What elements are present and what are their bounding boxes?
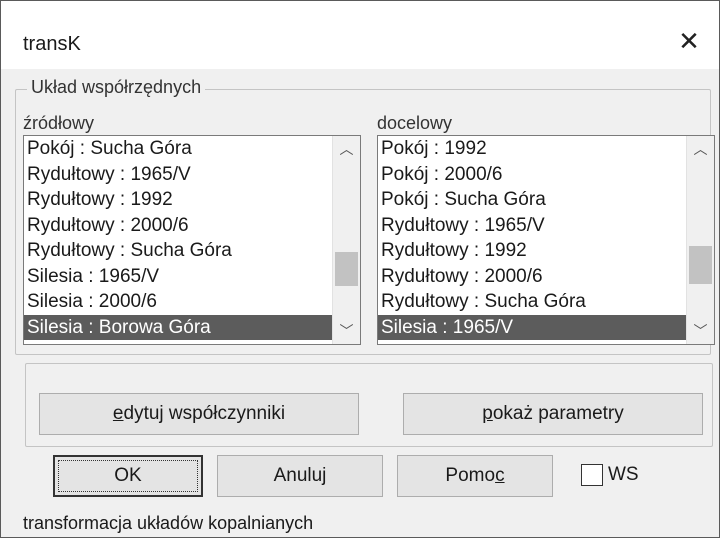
- ws-checkbox-wrap[interactable]: WS: [581, 461, 639, 489]
- target-scrollbar[interactable]: ︿ ﹀: [686, 136, 714, 344]
- list-item[interactable]: Rydułtowy : 1992: [24, 187, 333, 213]
- scroll-up-icon[interactable]: ︿: [687, 136, 714, 162]
- list-item[interactable]: Pokój : 1992: [378, 136, 687, 162]
- list-item[interactable]: Rydułtowy : 2000/6: [24, 213, 333, 239]
- title-bar: transK ✕: [1, 1, 719, 69]
- scroll-thumb[interactable]: [335, 252, 358, 286]
- show-parameters-label: pokaż parametry: [482, 403, 624, 424]
- list-item[interactable]: Rydułtowy : 1965/V: [378, 213, 687, 239]
- source-list-items: Pokój : Sucha Góra Rydułtowy : 1965/V Rydu…: [24, 136, 333, 340]
- list-item[interactable]: Pokój : 2000/6: [378, 162, 687, 188]
- edit-coefficients-label: edytuj współczynniki: [112, 403, 286, 424]
- list-item[interactable]: Silesia : 1965/V: [24, 264, 333, 290]
- source-scrollbar[interactable]: ︿ ﹀: [332, 136, 360, 344]
- list-item[interactable]: Silesia : 2000/6: [24, 289, 333, 315]
- scroll-thumb[interactable]: [689, 246, 712, 284]
- list-item[interactable]: Rydułtowy : 1965/V: [24, 162, 333, 188]
- cancel-button[interactable]: Anuluj: [217, 455, 383, 497]
- scroll-up-icon[interactable]: ︿: [333, 136, 360, 162]
- list-item[interactable]: Silesia : 1965/V: [378, 314, 687, 340]
- help-button[interactable]: Pomoc: [397, 455, 553, 497]
- ok-button[interactable]: OK: [53, 455, 203, 497]
- list-item[interactable]: Pokój : Sucha Góra: [24, 136, 333, 162]
- source-list-label: źródłowy: [23, 113, 95, 133]
- window-title: transK: [23, 33, 81, 55]
- ws-checkbox[interactable]: [581, 464, 603, 486]
- close-icon: ✕: [678, 25, 700, 56]
- target-list-items: Pokój : 1992 Pokój : 2000/6 Pokój : Sucha …: [378, 136, 687, 340]
- ws-checkbox-label[interactable]: WS: [608, 464, 639, 486]
- status-text: transformacja układów kopalnianych: [23, 513, 314, 533]
- scroll-down-icon[interactable]: ﹀: [333, 318, 360, 344]
- close-button[interactable]: ✕: [659, 19, 719, 63]
- list-item[interactable]: Rydułtowy : 2000/6: [378, 264, 687, 290]
- transk-dialog: transK ✕ Układ współrzędnych źródłowy Po…: [0, 0, 720, 538]
- scroll-down-icon[interactable]: ﹀: [687, 318, 714, 344]
- help-label: Pomoc: [445, 465, 505, 486]
- target-list-label: docelowy: [377, 113, 453, 133]
- target-listbox[interactable]: Pokój : 1992 Pokój : 2000/6 Pokój : Sucha …: [377, 135, 715, 345]
- source-listbox[interactable]: Pokój : Sucha Góra Rydułtowy : 1965/V Rydu…: [23, 135, 361, 345]
- list-item[interactable]: Pokój : Sucha Góra: [378, 187, 687, 213]
- group-legend: Układ współrzędnych: [27, 77, 206, 98]
- edit-coefficients-button[interactable]: edytuj współczynniki: [39, 393, 359, 435]
- list-item[interactable]: Silesia : Borowa Góra: [24, 314, 333, 340]
- show-parameters-button[interactable]: pokaż parametry: [403, 393, 703, 435]
- list-item[interactable]: Rydułtowy : Sucha Góra: [378, 289, 687, 315]
- list-item[interactable]: Rydułtowy : 1992: [378, 238, 687, 264]
- cancel-label: Anuluj: [273, 465, 327, 486]
- list-item[interactable]: Rydułtowy : Sucha Góra: [24, 238, 333, 264]
- ok-label: OK: [114, 465, 142, 486]
